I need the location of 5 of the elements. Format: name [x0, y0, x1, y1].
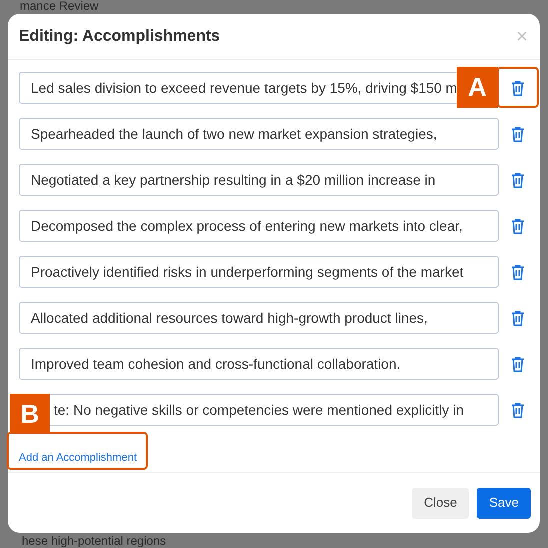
callout-tooltip: A [457, 67, 498, 108]
callout-tooltip: B [10, 394, 50, 434]
background-text: hese high-potential regions [22, 535, 166, 547]
dialog-title: Editing: Accomplishments [19, 26, 220, 46]
page-heading: mance Review [20, 0, 99, 12]
